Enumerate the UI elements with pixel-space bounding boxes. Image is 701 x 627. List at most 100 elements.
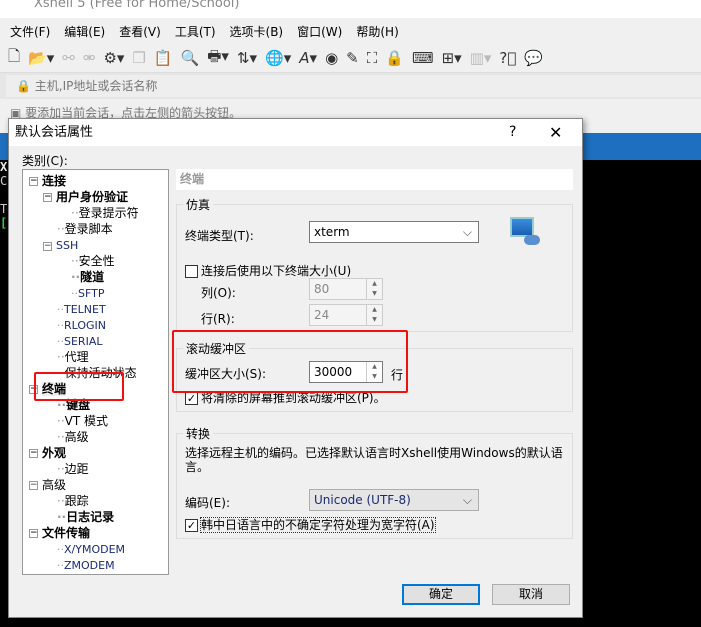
tree-item-label: 跟踪 (64, 494, 89, 508)
menu-window[interactable]: 窗口(W) (297, 23, 342, 40)
tree-item-label: RLOGIN (64, 319, 107, 332)
cjk-wide-checkbox[interactable]: ✓ 韩中日语言中的不确定字符处理为宽字符(A) (185, 516, 436, 533)
find-icon[interactable]: 🔍 (181, 49, 200, 67)
tree-item[interactable]: ··边距 (57, 462, 89, 477)
tree-item[interactable]: ··TELNET (57, 302, 106, 317)
tree-item[interactable]: ··登录脚本 (57, 222, 113, 237)
properties-icon[interactable]: ⚙▾ (103, 49, 124, 67)
tree-item[interactable]: ··ZMODEM (57, 558, 115, 573)
chevron-down-icon: ⌵ (462, 225, 472, 239)
new-tab-icon[interactable]: ⊞▾ (442, 49, 462, 67)
tree-connector: ·· (71, 270, 81, 284)
dialog-title: 默认会话属性 (9, 119, 582, 146)
help-icon[interactable]: ?⃝ (499, 49, 516, 67)
category-label: 类别(C): (22, 154, 68, 168)
collapse-icon[interactable]: − (43, 193, 52, 202)
lock-icon[interactable]: 🔒 (385, 49, 404, 67)
layout-icon[interactable]: ▥▾ (470, 49, 492, 67)
menu-help[interactable]: 帮助(H) (356, 23, 398, 40)
keyboard-icon[interactable]: ⌨ (412, 49, 434, 67)
tree-item[interactable]: − SSH (43, 238, 78, 253)
menu-bar: 文件(F) 编辑(E) 查看(V) 工具(T) 选项卡(B) 窗口(W) 帮助(… (0, 18, 701, 44)
tree-connector: ·· (71, 287, 78, 300)
spin-buttons[interactable]: ▲ ▼ (366, 305, 382, 325)
tree-item[interactable]: ··跟踪 (57, 494, 89, 509)
close-button[interactable]: ✕ (549, 119, 562, 146)
collapse-icon[interactable]: − (29, 481, 38, 490)
tree-item[interactable]: ··安全性 (71, 254, 115, 269)
cancel-button[interactable]: 取消 (492, 584, 570, 605)
fullscreen-icon[interactable]: ⛶ (367, 49, 378, 67)
tree-item[interactable]: ··日志记录 (57, 510, 114, 525)
tree-item-label: 登录提示符 (78, 206, 139, 220)
tree-item[interactable]: ··代理 (57, 350, 89, 365)
help-button[interactable]: ? (509, 119, 516, 146)
tree-item[interactable]: − 文件传输 (29, 526, 90, 541)
checkbox[interactable]: ✓ (185, 519, 198, 532)
terminal-type-select[interactable]: xterm ⌵ (309, 221, 479, 243)
cols-spinner[interactable]: 80 ▲ ▼ (309, 278, 383, 300)
translation-description: 选择远程主机的编码。已选择默认语言时Xshell使用Windows的默认语言。 (185, 446, 563, 474)
globe-icon[interactable]: 🌐▾ (265, 49, 291, 67)
encoding-select[interactable]: Unicode (UTF-8) ⌵ (309, 489, 479, 511)
address-input[interactable]: 🔒 主机,IP地址或会话名称 (6, 75, 701, 97)
use-size-label: 连接后使用以下终端大小(U) (201, 264, 352, 278)
tree-connector: ·· (57, 319, 64, 332)
checkbox[interactable]: ✓ (185, 392, 198, 405)
tree-connector: ·· (57, 510, 67, 524)
spin-buttons[interactable]: ▲ ▼ (366, 279, 382, 299)
tree-item-label: 外观 (42, 446, 67, 460)
terminal-type-label: 终端类型(T): (185, 229, 254, 243)
connect-icon[interactable]: ⚯ (62, 49, 75, 67)
menu-tools[interactable]: 工具(T) (175, 23, 216, 40)
tree-item[interactable]: − 用户身份验证 (43, 190, 128, 205)
panel-header: 终端 (176, 169, 573, 190)
tree-item-label: 日志记录 (66, 510, 115, 524)
menu-edit[interactable]: 编辑(E) (64, 23, 105, 40)
tree-connector: ·· (57, 543, 64, 556)
tree-item-label: 高级 (64, 430, 89, 444)
menu-view[interactable]: 查看(V) (119, 23, 161, 40)
paste-icon[interactable]: 📋 (154, 49, 173, 67)
tree-item[interactable]: − 外观 (29, 446, 66, 461)
tree-item[interactable]: − 连接 (29, 174, 66, 189)
script-icon[interactable]: ✎ (346, 49, 359, 67)
tree-item[interactable]: ··X/YMODEM (57, 542, 125, 557)
tree-connector: ·· (57, 350, 65, 364)
tree-connector: ·· (57, 335, 64, 348)
collapse-icon[interactable]: − (29, 449, 38, 458)
tree-item[interactable]: − 高级 (29, 478, 66, 493)
tree-item-label: SERIAL (64, 335, 103, 348)
tree-item[interactable]: ··隧道 (71, 270, 104, 285)
new-session-icon[interactable]: 🗋 (8, 46, 20, 71)
chat-icon[interactable]: 💬 (524, 49, 543, 67)
menu-file[interactable]: 文件(F) (10, 23, 50, 40)
collapse-icon[interactable]: − (29, 529, 38, 538)
tree-item[interactable]: ··VT 模式 (57, 414, 108, 429)
encoding-value: Unicode (UTF-8) (314, 493, 411, 507)
tree-item[interactable]: ··RLOGIN (57, 318, 106, 333)
tree-connector: ·· (71, 254, 79, 268)
tree-item-label: 安全性 (78, 254, 115, 268)
collapse-icon[interactable]: − (43, 241, 52, 251)
tree-item-label: 登录脚本 (64, 222, 113, 236)
print-icon[interactable]: 🖶▾ (207, 46, 229, 71)
highlight-annotation (34, 372, 124, 401)
disconnect-icon[interactable]: ⚮ (83, 49, 96, 67)
use-size-checkbox[interactable]: 连接后使用以下终端大小(U) (185, 262, 351, 279)
ok-button[interactable]: 确定 (402, 584, 480, 605)
checkbox[interactable] (185, 265, 198, 278)
tree-item[interactable]: ··SERIAL (57, 334, 102, 349)
tree-item[interactable]: ··高级 (57, 430, 89, 445)
tree-item[interactable]: ··SFTP (71, 286, 104, 301)
font-icon[interactable]: A▾ (299, 49, 317, 67)
rows-label: 行(R): (201, 312, 235, 326)
transfer-icon[interactable]: ⇅▾ (237, 49, 257, 67)
tree-item[interactable]: ··登录提示符 (71, 206, 139, 221)
collapse-icon[interactable]: − (29, 177, 38, 186)
rows-spinner[interactable]: 24 ▲ ▼ (309, 304, 383, 326)
copy-icon[interactable]: ❐ (132, 49, 145, 67)
menu-tabs[interactable]: 选项卡(B) (230, 23, 284, 40)
open-folder-icon[interactable]: 📂▾ (28, 49, 54, 67)
xftp-icon[interactable]: ◉ (325, 49, 338, 67)
